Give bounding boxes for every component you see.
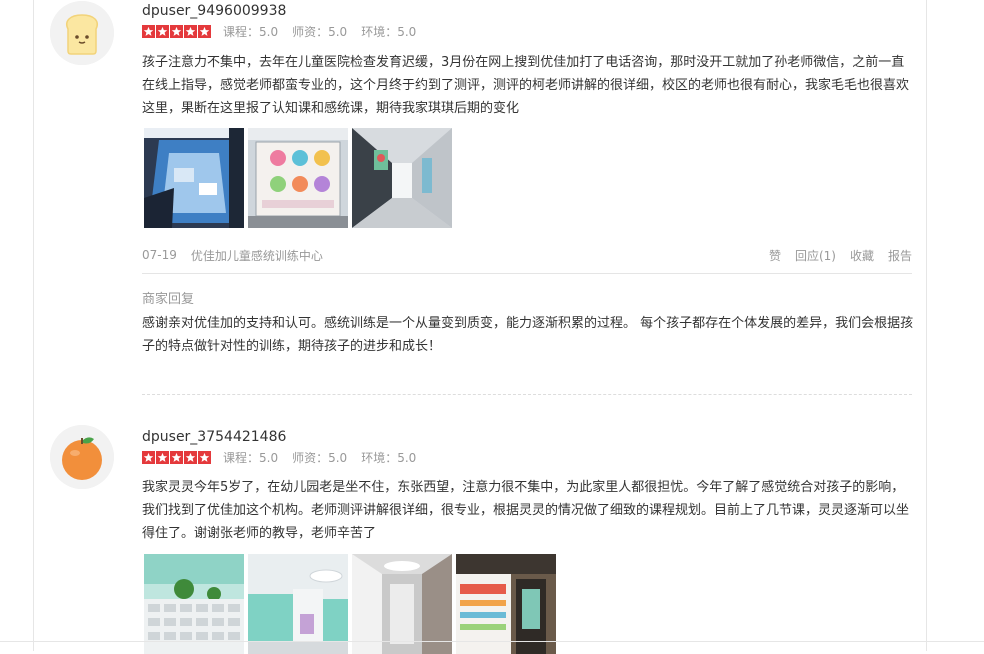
- username[interactable]: dpuser_3754421486: [142, 427, 286, 447]
- page-bottom-border: [0, 641, 984, 642]
- reply-button[interactable]: 回应(1): [795, 247, 836, 264]
- star-icon: [170, 24, 183, 38]
- score-course: 课程：5.0: [223, 450, 279, 465]
- review-photo[interactable]: [456, 554, 556, 654]
- review-meta: 07-19 优佳加儿童感统训练中心 赞 回应(1) 收藏 报告: [142, 246, 912, 264]
- review-photo[interactable]: [352, 554, 452, 654]
- star-icon: [198, 450, 211, 464]
- orange-icon: [50, 425, 114, 489]
- like-button[interactable]: 赞: [769, 247, 781, 264]
- content-frame-right-border: [926, 0, 927, 651]
- merchant-reply-text: 感谢亲对优佳加的支持和认可。感统训练是一个从量变到质变，能力逐渐积累的过程。 每…: [142, 316, 914, 354]
- score-environment: 环境：5.0: [361, 24, 417, 39]
- star-rating: [142, 450, 211, 464]
- report-button[interactable]: 报告: [888, 247, 912, 264]
- review-photo[interactable]: [144, 554, 244, 654]
- shop-link[interactable]: 优佳加儿童感统训练中心: [191, 247, 769, 264]
- avatar[interactable]: [50, 425, 114, 489]
- star-icon: [184, 24, 197, 38]
- review-photo[interactable]: [352, 128, 452, 228]
- star-icon: [170, 450, 183, 464]
- star-icon: [142, 450, 155, 464]
- star-icon: [142, 24, 155, 38]
- avatar[interactable]: [50, 1, 114, 65]
- score-teacher: 师资：5.0: [292, 24, 348, 39]
- star-icon: [184, 450, 197, 464]
- collect-button[interactable]: 收藏: [850, 247, 874, 264]
- rating-row: 课程：5.0 师资：5.0 环境：5.0: [142, 24, 430, 39]
- review-photo[interactable]: [144, 128, 244, 228]
- review-photo[interactable]: [248, 128, 348, 228]
- review-actions: 赞 回应(1) 收藏 报告: [769, 247, 912, 264]
- review-content: 我家灵灵今年5岁了，在幼儿园老是坐不住，东张西望，注意力很不集中，为此家里人都很…: [142, 480, 910, 541]
- score-environment: 环境：5.0: [361, 450, 417, 465]
- star-icon: [156, 450, 169, 464]
- review-content: 孩子注意力不集中，去年在儿童医院检查发育迟缓，3月份在网上搜到优佳加打了电话咨询…: [142, 55, 910, 116]
- rating-row: 课程：5.0 师资：5.0 环境：5.0: [142, 450, 430, 465]
- review-separator: [142, 394, 912, 395]
- score-course: 课程：5.0: [223, 24, 279, 39]
- star-rating: [142, 24, 211, 38]
- content-frame-left-border: [33, 0, 34, 651]
- review-photo[interactable]: [248, 554, 348, 654]
- username[interactable]: dpuser_9496009938: [142, 1, 286, 21]
- star-icon: [156, 24, 169, 38]
- review-photos: [144, 554, 556, 654]
- star-icon: [198, 24, 211, 38]
- toast-icon: [50, 1, 114, 65]
- score-teacher: 师资：5.0: [292, 450, 348, 465]
- review-date: 07-19: [142, 248, 177, 262]
- review-photos: [144, 128, 452, 228]
- merchant-reply-title: 商家回复: [142, 292, 195, 307]
- divider: [142, 273, 912, 274]
